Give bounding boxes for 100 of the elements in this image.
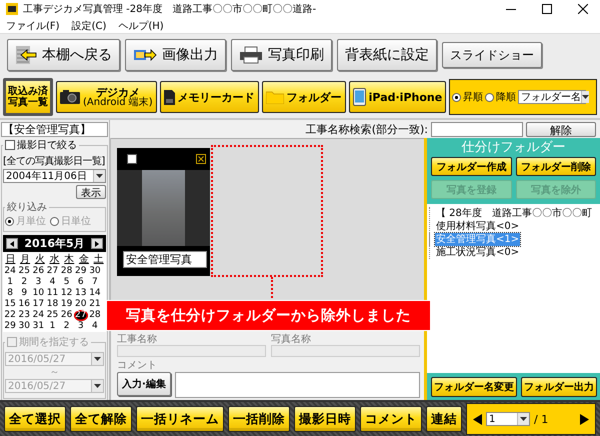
- toolbar-button[interactable]: 写真印刷: [231, 39, 332, 71]
- search-field[interactable]: [431, 122, 523, 136]
- menu-item[interactable]: 設定(C): [72, 18, 106, 32]
- calendar-day[interactable]: 4: [45, 277, 60, 288]
- calendar-day[interactable]: 29: [74, 266, 88, 277]
- tree-item[interactable]: 施工状況写真<0>: [435, 246, 520, 259]
- calendar-day[interactable]: 21: [88, 299, 102, 310]
- show-button[interactable]: 表示: [76, 185, 106, 199]
- tree-item[interactable]: 【 28年度 道路工事〇〇市〇〇町: [435, 207, 593, 220]
- calendar-day[interactable]: 17: [31, 299, 46, 310]
- photo-card[interactable]: 安全管理写真: [117, 148, 210, 276]
- date-filter-checkbox[interactable]: 撮影日で絞る: [5, 138, 77, 152]
- weekday-label: 火: [34, 252, 46, 266]
- dropdown-arrow-icon: [96, 174, 103, 178]
- prev-page-button[interactable]: [473, 414, 482, 424]
- menu-item[interactable]: ヘルプ(H): [118, 18, 164, 32]
- calendar-day[interactable]: 23: [17, 310, 32, 321]
- calendar-day[interactable]: 13: [74, 288, 88, 299]
- calendar-day[interactable]: 28: [88, 310, 102, 321]
- calendar-day[interactable]: 3: [31, 277, 46, 288]
- source-button[interactable]: フォルダー: [262, 81, 346, 113]
- close-icon[interactable]: [196, 154, 206, 164]
- folder-button[interactable]: フォルダー作成: [431, 157, 512, 176]
- next-page-button[interactable]: [580, 414, 589, 424]
- photo-checkbox[interactable]: [127, 154, 137, 164]
- folder-heading: 【安全管理写真】: [1, 122, 108, 137]
- source-button[interactable]: iPad·iPhone: [348, 81, 446, 113]
- calendar-day[interactable]: 25: [17, 266, 32, 277]
- calendar-day[interactable]: 9: [17, 288, 32, 299]
- action-button[interactable]: コメント: [360, 406, 422, 432]
- calendar-day[interactable]: 20: [74, 299, 88, 310]
- action-button[interactable]: 一括リネーム: [136, 406, 224, 432]
- calendar-day[interactable]: 6: [74, 277, 88, 288]
- sort-option[interactable]: 降順: [485, 90, 516, 104]
- date-dropdown[interactable]: 2004年11月06日: [3, 169, 106, 183]
- calendar-day[interactable]: 5: [60, 277, 74, 288]
- menu-item[interactable]: ファイル(F): [6, 18, 60, 32]
- action-button[interactable]: 全て選択: [4, 406, 66, 432]
- close-icon[interactable]: [578, 4, 588, 14]
- calendar-day[interactable]: 31: [31, 321, 46, 332]
- calendar-day[interactable]: 3: [74, 321, 88, 332]
- calendar-day[interactable]: 16: [17, 299, 32, 310]
- source-button[interactable]: デジカメ (Android 端末): [56, 81, 157, 113]
- source-button[interactable]: 取込み済 写真一覧: [3, 78, 53, 116]
- page-dropdown[interactable]: 1: [486, 412, 530, 426]
- clear-button[interactable]: 解除: [526, 122, 596, 136]
- calendar-day[interactable]: 11: [45, 288, 60, 299]
- toolbar-button[interactable]: スライドショー: [442, 42, 542, 68]
- calendar-day[interactable]: 24: [3, 266, 18, 277]
- prev-month-button[interactable]: [6, 238, 18, 249]
- calendar-day[interactable]: 2: [17, 277, 32, 288]
- calendar-day[interactable]: 26: [60, 310, 74, 321]
- calendar-day[interactable]: 7: [88, 277, 102, 288]
- toolbar-button[interactable]: 画像出力: [125, 39, 226, 71]
- action-button[interactable]: 全て解除: [70, 406, 132, 432]
- month-label: 2016年5月: [24, 236, 85, 251]
- shelf-arrow-icon: [15, 45, 37, 65]
- next-month-button[interactable]: [91, 238, 103, 249]
- folder-button[interactable]: フォルダー名変更: [431, 377, 517, 397]
- comment-field[interactable]: [174, 372, 420, 398]
- maximize-icon[interactable]: [542, 4, 552, 14]
- source-button[interactable]: メモリーカード: [160, 81, 259, 113]
- calendar-day[interactable]: 15: [3, 299, 18, 310]
- sort-dropdown[interactable]: フォルダー名: [518, 90, 586, 104]
- edit-button[interactable]: 入力·編集: [117, 372, 171, 396]
- calendar-day[interactable]: 18: [45, 299, 60, 310]
- calendar-day[interactable]: 12: [60, 288, 74, 299]
- folder-button[interactable]: フォルダー削除: [516, 157, 596, 176]
- right-triangle-icon: [95, 240, 99, 246]
- action-button[interactable]: 一括削除: [228, 406, 290, 432]
- calendar-day[interactable]: 2: [60, 321, 74, 332]
- calendar-day[interactable]: 1: [3, 277, 18, 288]
- tree-item[interactable]: 使用材料写真<0>: [435, 220, 520, 233]
- calendar-day[interactable]: 30: [88, 266, 102, 277]
- calendar-day[interactable]: 29: [3, 321, 18, 332]
- app-icon: [6, 3, 18, 15]
- calendar-day[interactable]: 27: [45, 266, 60, 277]
- search-label: 工事名称検索(部分一致):: [306, 122, 428, 136]
- printer-icon: [239, 46, 263, 64]
- toolbar-button[interactable]: 背表紙に設定: [337, 39, 437, 71]
- range-separator: ～: [48, 368, 60, 377]
- calendar-day[interactable]: 10: [31, 288, 46, 299]
- calendar-day[interactable]: 14: [88, 288, 102, 299]
- toolbar-button[interactable]: 本棚へ戻る: [7, 39, 120, 71]
- weekday-label: 土: [92, 252, 105, 266]
- sort-option[interactable]: 昇順: [452, 90, 484, 104]
- calendar-day[interactable]: 26: [31, 266, 46, 277]
- action-button[interactable]: 連結: [426, 406, 462, 432]
- dropdown-arrow-icon: [94, 357, 101, 361]
- action-button[interactable]: 撮影日時: [294, 406, 356, 432]
- calendar-day[interactable]: 25: [45, 310, 60, 321]
- calendar-day[interactable]: 28: [60, 266, 74, 277]
- calendar-day[interactable]: 30: [17, 321, 32, 332]
- calendar-day[interactable]: 24: [31, 310, 46, 321]
- folder-button[interactable]: フォルダー出力: [521, 377, 597, 397]
- calendar-day[interactable]: 22: [3, 310, 18, 321]
- calendar-day[interactable]: 4: [88, 321, 102, 332]
- calendar-day[interactable]: 19: [60, 299, 74, 310]
- calendar-day[interactable]: 1: [45, 321, 60, 332]
- calendar-day[interactable]: 8: [3, 288, 18, 299]
